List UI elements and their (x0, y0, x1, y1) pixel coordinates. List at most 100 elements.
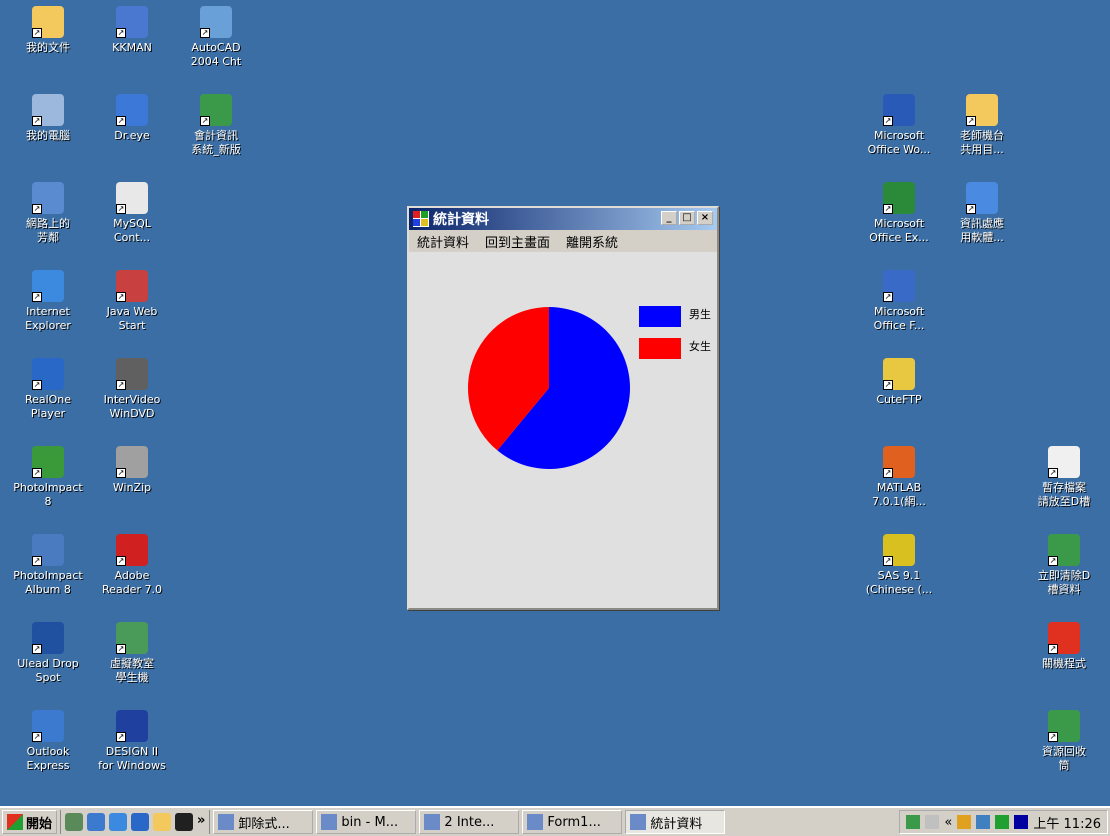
shortcut-arrow-icon: ↗ (883, 556, 893, 566)
desktop-shortcut[interactable]: ↗ 關機程式 (1022, 622, 1106, 671)
maximize-button[interactable]: □ (679, 211, 695, 225)
shortcut-arrow-icon: ↗ (883, 380, 893, 390)
desktop-shortcut[interactable]: ↗ CuteFTP (857, 358, 941, 407)
recycle-icon: ↗ (1048, 534, 1080, 566)
desktop-shortcut[interactable]: ↗ 會計資訊 系統_新版 (174, 94, 258, 157)
desktop-shortcut-label: PhotoImpact 8 (13, 481, 83, 508)
taskbar-button[interactable]: 卸除式... (213, 810, 314, 834)
desktop-shortcut[interactable]: ↗ Internet Explorer (6, 270, 90, 333)
software-icon: ↗ (966, 182, 998, 214)
desktop-shortcut[interactable]: ↗ Microsoft Office Wo... (857, 94, 941, 157)
desktop-shortcut[interactable]: ↗ AutoCAD 2004 Cht (174, 6, 258, 69)
desktop-shortcut[interactable]: ↗ KKMAN (90, 6, 174, 55)
task-app-icon (527, 814, 544, 830)
minimize-button[interactable]: _ (661, 211, 677, 225)
desktop-shortcut[interactable]: ↗ 資訊處應 用軟體... (940, 182, 1024, 245)
desktop-shortcut[interactable]: ↗ RealOne Player (6, 358, 90, 421)
desktop-shortcut[interactable]: ↗ PhotoImpact 8 (6, 446, 90, 509)
desktop-shortcut[interactable]: ↗ Ulead Drop Spot (6, 622, 90, 685)
desktop-shortcut-label: 我的文件 (26, 41, 70, 54)
desktop-shortcut-label: 老師機台 共用目... (960, 129, 1004, 156)
desktop-shortcut[interactable]: ↗ 老師機台 共用目... (940, 94, 1024, 157)
desktop-shortcut[interactable]: ↗ MySQL Cont... (90, 182, 174, 245)
taskbar-button[interactable]: 統計資料 (625, 810, 726, 834)
taskbar-button[interactable]: 2 Inte... (419, 810, 520, 834)
desktop-shortcut-label: RealOne Player (24, 393, 72, 420)
desktop-shortcut[interactable]: ↗ MATLAB 7.0.1(網... (857, 446, 941, 509)
my-documents-icon: ↗ (32, 6, 64, 38)
shortcut-arrow-icon: ↗ (116, 468, 126, 478)
desktop-shortcut[interactable]: ↗ 我的電腦 (6, 94, 90, 143)
app-icon (413, 211, 429, 227)
start-button[interactable]: 開始 (2, 810, 58, 834)
excel-file-icon: ↗ (200, 94, 232, 126)
shortcut-arrow-icon: ↗ (966, 204, 976, 214)
desktop-shortcut-label: Dr.eye (114, 129, 150, 142)
windows-logo-icon (7, 814, 23, 830)
desktop-shortcut-label: InterVideo WinDVD (103, 393, 161, 420)
menu-back-to-main[interactable]: 回到主畫面 (485, 232, 550, 251)
legend-swatch-female (639, 338, 681, 359)
tray-monitor-icon[interactable] (1014, 815, 1029, 829)
task-app-icon (218, 814, 235, 830)
tray-traffic-icon[interactable] (995, 815, 1010, 829)
menu-stats[interactable]: 統計資料 (417, 232, 469, 251)
network-places-icon: ↗ (32, 182, 64, 214)
desktop-shortcut[interactable]: ↗ Adobe Reader 7.0 (90, 534, 174, 597)
desktop-shortcut[interactable]: ↗ DESIGN II for Windows (90, 710, 174, 773)
task-app-icon (630, 814, 647, 830)
desktop-shortcut-label: Outlook Express (26, 745, 70, 772)
legend-label-female: 女生 (689, 340, 711, 353)
window-titlebar[interactable]: 統計資料 _ □ × (409, 208, 717, 230)
shortcut-arrow-icon: ↗ (116, 292, 126, 302)
desktop-shortcut-label: 資源回收 筒 (1042, 745, 1086, 772)
desktop-shortcut-label: MySQL Cont... (113, 217, 151, 244)
shortcut-arrow-icon: ↗ (200, 28, 210, 38)
shortcut-arrow-icon: ↗ (116, 556, 126, 566)
ie-quicklaunch-icon[interactable] (109, 813, 128, 831)
quicklaunch-chevron[interactable]: » (197, 813, 205, 831)
java-icon: ↗ (116, 270, 148, 302)
desktop-shortcut-label: 會計資訊 系統_新版 (191, 129, 241, 156)
ime-icon[interactable] (906, 815, 921, 829)
outlook-quicklaunch-icon[interactable] (87, 813, 106, 831)
desktop-shortcut[interactable]: ↗ PhotoImpact Album 8 (6, 534, 90, 597)
shortcut-arrow-icon: ↗ (32, 468, 42, 478)
shortcut-arrow-icon: ↗ (116, 204, 126, 214)
matlab-icon: ↗ (883, 446, 915, 478)
desktop-shortcut[interactable]: ↗ 虛擬教室 學生機 (90, 622, 174, 685)
stats-window[interactable]: 統計資料 _ □ × 統計資料 回到主畫面 離開系統 男生 女生 (407, 206, 719, 610)
my-computer-icon: ↗ (32, 94, 64, 126)
cmd-quicklaunch-icon[interactable] (175, 813, 194, 831)
taskbar-button[interactable]: Form1... (522, 810, 623, 834)
desktop-shortcut[interactable]: ↗ 暫存檔案 請放至D槽 (1022, 446, 1106, 509)
taskbar-button[interactable]: bin - M... (316, 810, 417, 834)
dreye-icon: ↗ (116, 94, 148, 126)
desktop-shortcut[interactable]: ↗ 我的文件 (6, 6, 90, 55)
tray-network-icon[interactable] (976, 815, 991, 829)
desktop-shortcut-label: Microsoft Office F... (873, 305, 925, 332)
desktop-shortcut-label: AutoCAD 2004 Cht (190, 41, 242, 68)
desktop-shortcut[interactable]: ↗ Outlook Express (6, 710, 90, 773)
show-desktop-icon[interactable] (65, 813, 84, 831)
ime-mode-icon[interactable] (925, 815, 940, 829)
task-app-icon (321, 814, 338, 830)
desktop-shortcut[interactable]: ↗ Microsoft Office Ex... (857, 182, 941, 245)
folder-quicklaunch-icon[interactable] (153, 813, 172, 831)
browser-quicklaunch-icon[interactable] (131, 813, 150, 831)
desktop-shortcut[interactable]: ↗ InterVideo WinDVD (90, 358, 174, 421)
desktop-shortcut[interactable]: ↗ Java Web Start (90, 270, 174, 333)
close-button[interactable]: × (697, 211, 713, 225)
tray-app-icon[interactable] (957, 815, 972, 829)
tray-chevron[interactable]: « (944, 815, 952, 830)
desktop-shortcut-label: 我的電腦 (26, 129, 70, 142)
desktop-shortcut[interactable]: ↗ SAS 9.1 (Chinese (... (857, 534, 941, 597)
desktop-shortcut[interactable]: ↗ 立即清除D 槽資料 (1022, 534, 1106, 597)
desktop-shortcut[interactable]: ↗ 網路上的 芳鄰 (6, 182, 90, 245)
desktop-shortcut[interactable]: ↗ Dr.eye (90, 94, 174, 143)
desktop-shortcut[interactable]: ↗ 資源回收 筒 (1022, 710, 1106, 773)
shortcut-arrow-icon: ↗ (883, 116, 893, 126)
menu-exit[interactable]: 離開系統 (566, 232, 618, 251)
desktop-shortcut[interactable]: ↗ WinZip (90, 446, 174, 495)
desktop-shortcut[interactable]: ↗ Microsoft Office F... (857, 270, 941, 333)
